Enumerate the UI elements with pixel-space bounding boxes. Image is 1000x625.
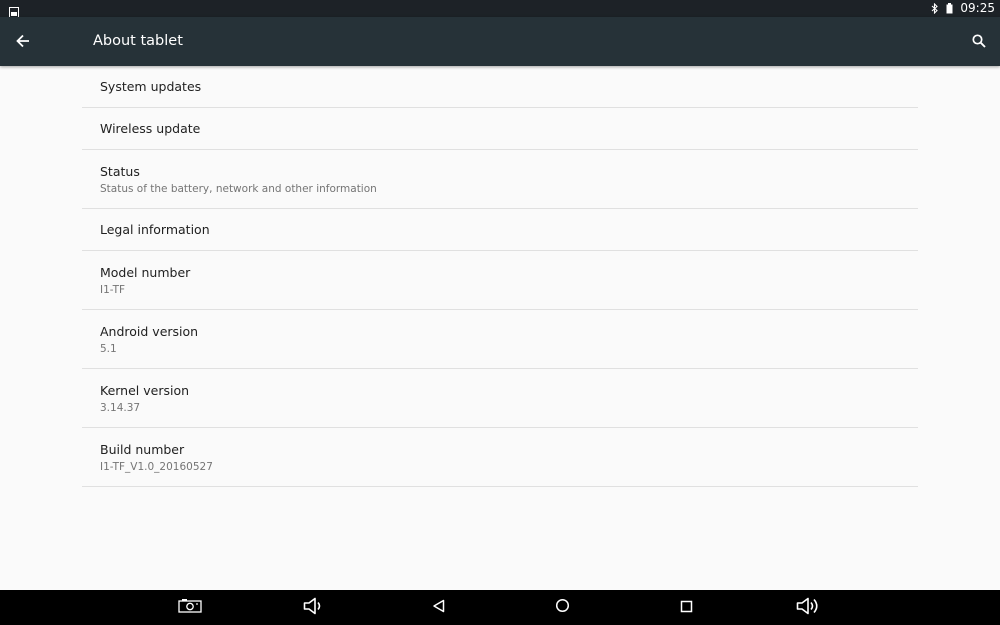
pref-title: Wireless update (100, 121, 201, 136)
volume-down-icon (303, 597, 325, 619)
pref-title: Android version (100, 324, 199, 339)
status-bar: 09:25 (0, 0, 1000, 18)
screenshot-button[interactable] (175, 594, 205, 621)
recents-icon (680, 598, 693, 617)
pref-model-number[interactable]: Model number I1-TF (82, 251, 918, 310)
pref-summary: 5.1 (100, 343, 117, 355)
preference-list: System updates Wireless update Status St… (82, 66, 918, 487)
page-title: About tablet (93, 33, 183, 49)
gallery-notification-icon (9, 3, 19, 18)
volume-down-button[interactable] (299, 594, 329, 621)
app-bar: About tablet (0, 17, 1000, 66)
nav-back-button[interactable] (424, 594, 454, 621)
pref-summary: I1-TF_V1.0_20160527 (100, 461, 213, 473)
home-button[interactable] (547, 594, 577, 621)
back-button[interactable] (10, 29, 36, 55)
pref-title: Model number (100, 265, 191, 280)
recents-button[interactable] (671, 594, 701, 621)
pref-build-number[interactable]: Build number I1-TF_V1.0_20160527 (82, 428, 918, 487)
pref-status[interactable]: Status Status of the battery, network an… (82, 150, 918, 209)
pref-android-version[interactable]: Android version 5.1 (82, 310, 918, 369)
pref-legal-information[interactable]: Legal information (82, 209, 918, 251)
search-icon (972, 33, 986, 52)
back-icon (432, 598, 446, 617)
pref-kernel-version[interactable]: Kernel version 3.14.37 (82, 369, 918, 428)
search-button[interactable] (966, 29, 992, 55)
bluetooth-icon (931, 0, 939, 18)
pref-title: Legal information (100, 222, 210, 237)
volume-up-icon (796, 597, 822, 619)
pref-system-updates[interactable]: System updates (82, 66, 918, 108)
pref-title: Kernel version (100, 383, 190, 398)
screenshot-icon (178, 598, 202, 617)
pref-wireless-update[interactable]: Wireless update (82, 108, 918, 150)
pref-summary: Status of the battery, network and other… (100, 183, 377, 195)
navigation-bar (0, 590, 1000, 625)
volume-up-button[interactable] (794, 594, 824, 621)
battery-icon (946, 0, 953, 18)
back-arrow-icon (16, 33, 30, 52)
pref-summary: I1-TF (100, 284, 126, 296)
clock: 09:25 (960, 1, 995, 15)
pref-title: Build number (100, 442, 185, 457)
pref-title: System updates (100, 79, 202, 94)
home-icon (555, 598, 570, 617)
pref-summary: 3.14.37 (100, 402, 141, 414)
pref-title: Status (100, 164, 140, 179)
